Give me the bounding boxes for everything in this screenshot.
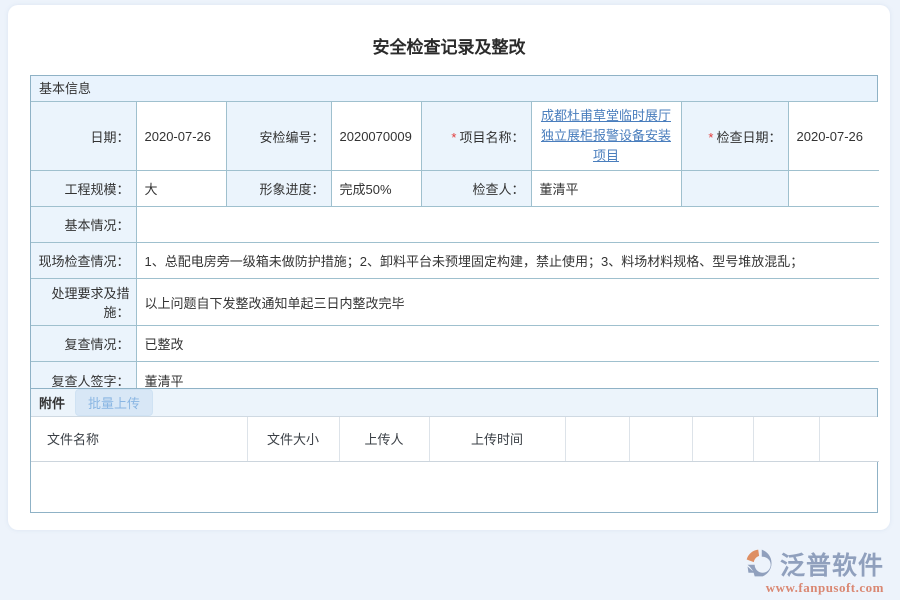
- col-header-file-size: 文件大小: [247, 417, 339, 461]
- col-header-empty: [819, 417, 879, 461]
- col-header-file-name: 文件名称: [31, 417, 247, 461]
- page-title: 安全检查记录及整改: [8, 5, 890, 58]
- basic-info-header: 基本信息: [31, 76, 877, 102]
- field-label-measures: 处理要求及措施：: [31, 279, 136, 326]
- col-header-upload-time: 上传时间: [429, 417, 565, 461]
- field-value-review: 已整改: [136, 326, 879, 362]
- table-row: 复查情况： 已整改: [31, 326, 879, 362]
- col-header-empty: [565, 417, 629, 461]
- col-header-empty: [629, 417, 692, 461]
- field-label-check-date-text: 检查日期：: [716, 130, 781, 145]
- attachments-table: 文件名称 文件大小 上传人 上传时间: [31, 417, 879, 462]
- content-panel: 安全检查记录及整改 基本信息 日期： 2020-07-26 安检编号： 2020…: [8, 5, 890, 530]
- field-value-inspector: 董清平: [531, 171, 681, 207]
- field-value-basic: [136, 207, 879, 243]
- field-label-project-text: 项目名称：: [459, 130, 524, 145]
- attachments-panel: 附件 批量上传 文件名称 文件大小 上传人 上传时间: [30, 388, 878, 513]
- field-label-site-check: 现场检查情况：: [31, 243, 136, 279]
- field-value-measures: 以上问题自下发整改通知单起三日内整改完毕: [136, 279, 879, 326]
- project-link[interactable]: 成都杜甫草堂临时展厅独立展柜报警设备安装项目: [541, 108, 671, 163]
- field-label-inspector: 检查人：: [421, 171, 531, 207]
- field-label-inspect-no: 安检编号：: [226, 102, 331, 171]
- col-header-empty: [753, 417, 819, 461]
- empty-value-cell: [788, 171, 879, 207]
- attachments-empty-body: [31, 462, 877, 512]
- basic-info-table: 日期： 2020-07-26 安检编号： 2020070009 *项目名称： 成…: [31, 102, 879, 398]
- col-header-uploader: 上传人: [339, 417, 429, 461]
- brand-url: www.fanpusoft.com: [744, 580, 884, 596]
- table-row: 工程规模： 大 形象进度： 完成50% 检查人： 董清平: [31, 171, 879, 207]
- batch-upload-button[interactable]: 批量上传: [75, 389, 153, 416]
- field-value-date: 2020-07-26: [136, 102, 226, 171]
- table-row: 基本情况：: [31, 207, 879, 243]
- field-value-project: 成都杜甫草堂临时展厅独立展柜报警设备安装项目: [531, 102, 681, 171]
- field-value-progress: 完成50%: [331, 171, 421, 207]
- field-label-check-date: *检查日期：: [681, 102, 788, 171]
- field-label-project: *项目名称：: [421, 102, 531, 171]
- attachments-title: 附件: [39, 393, 65, 412]
- brand-name: 泛普软件: [780, 546, 884, 582]
- field-label-date: 日期：: [31, 102, 136, 171]
- table-row: 处理要求及措施： 以上问题自下发整改通知单起三日内整改完毕: [31, 279, 879, 326]
- empty-label-cell: [681, 171, 788, 207]
- table-row: 现场检查情况： 1、总配电房旁一级箱未做防护措施；2、卸料平台未预埋固定构建，禁…: [31, 243, 879, 279]
- field-label-scale: 工程规模：: [31, 171, 136, 207]
- attachments-header: 附件 批量上传: [31, 389, 877, 417]
- attachments-header-row: 文件名称 文件大小 上传人 上传时间: [31, 417, 879, 461]
- field-label-basic: 基本情况：: [31, 207, 136, 243]
- col-header-empty: [692, 417, 753, 461]
- field-value-site-check: 1、总配电房旁一级箱未做防护措施；2、卸料平台未预埋固定构建，禁止使用；3、料场…: [136, 243, 879, 279]
- field-value-inspect-no: 2020070009: [331, 102, 421, 171]
- fanpu-circle-logo-icon: [744, 547, 776, 582]
- field-label-progress: 形象进度：: [226, 171, 331, 207]
- brand-logo: 泛普软件 www.fanpusoft.com: [744, 546, 884, 596]
- required-asterisk: *: [708, 130, 713, 145]
- table-row: 日期： 2020-07-26 安检编号： 2020070009 *项目名称： 成…: [31, 102, 879, 171]
- required-asterisk: *: [451, 130, 456, 145]
- field-value-scale: 大: [136, 171, 226, 207]
- field-label-review: 复查情况：: [31, 326, 136, 362]
- field-value-check-date: 2020-07-26: [788, 102, 879, 171]
- basic-info-panel: 基本信息 日期： 2020-07-26 安检编号： 2020070009 *项目…: [30, 75, 878, 399]
